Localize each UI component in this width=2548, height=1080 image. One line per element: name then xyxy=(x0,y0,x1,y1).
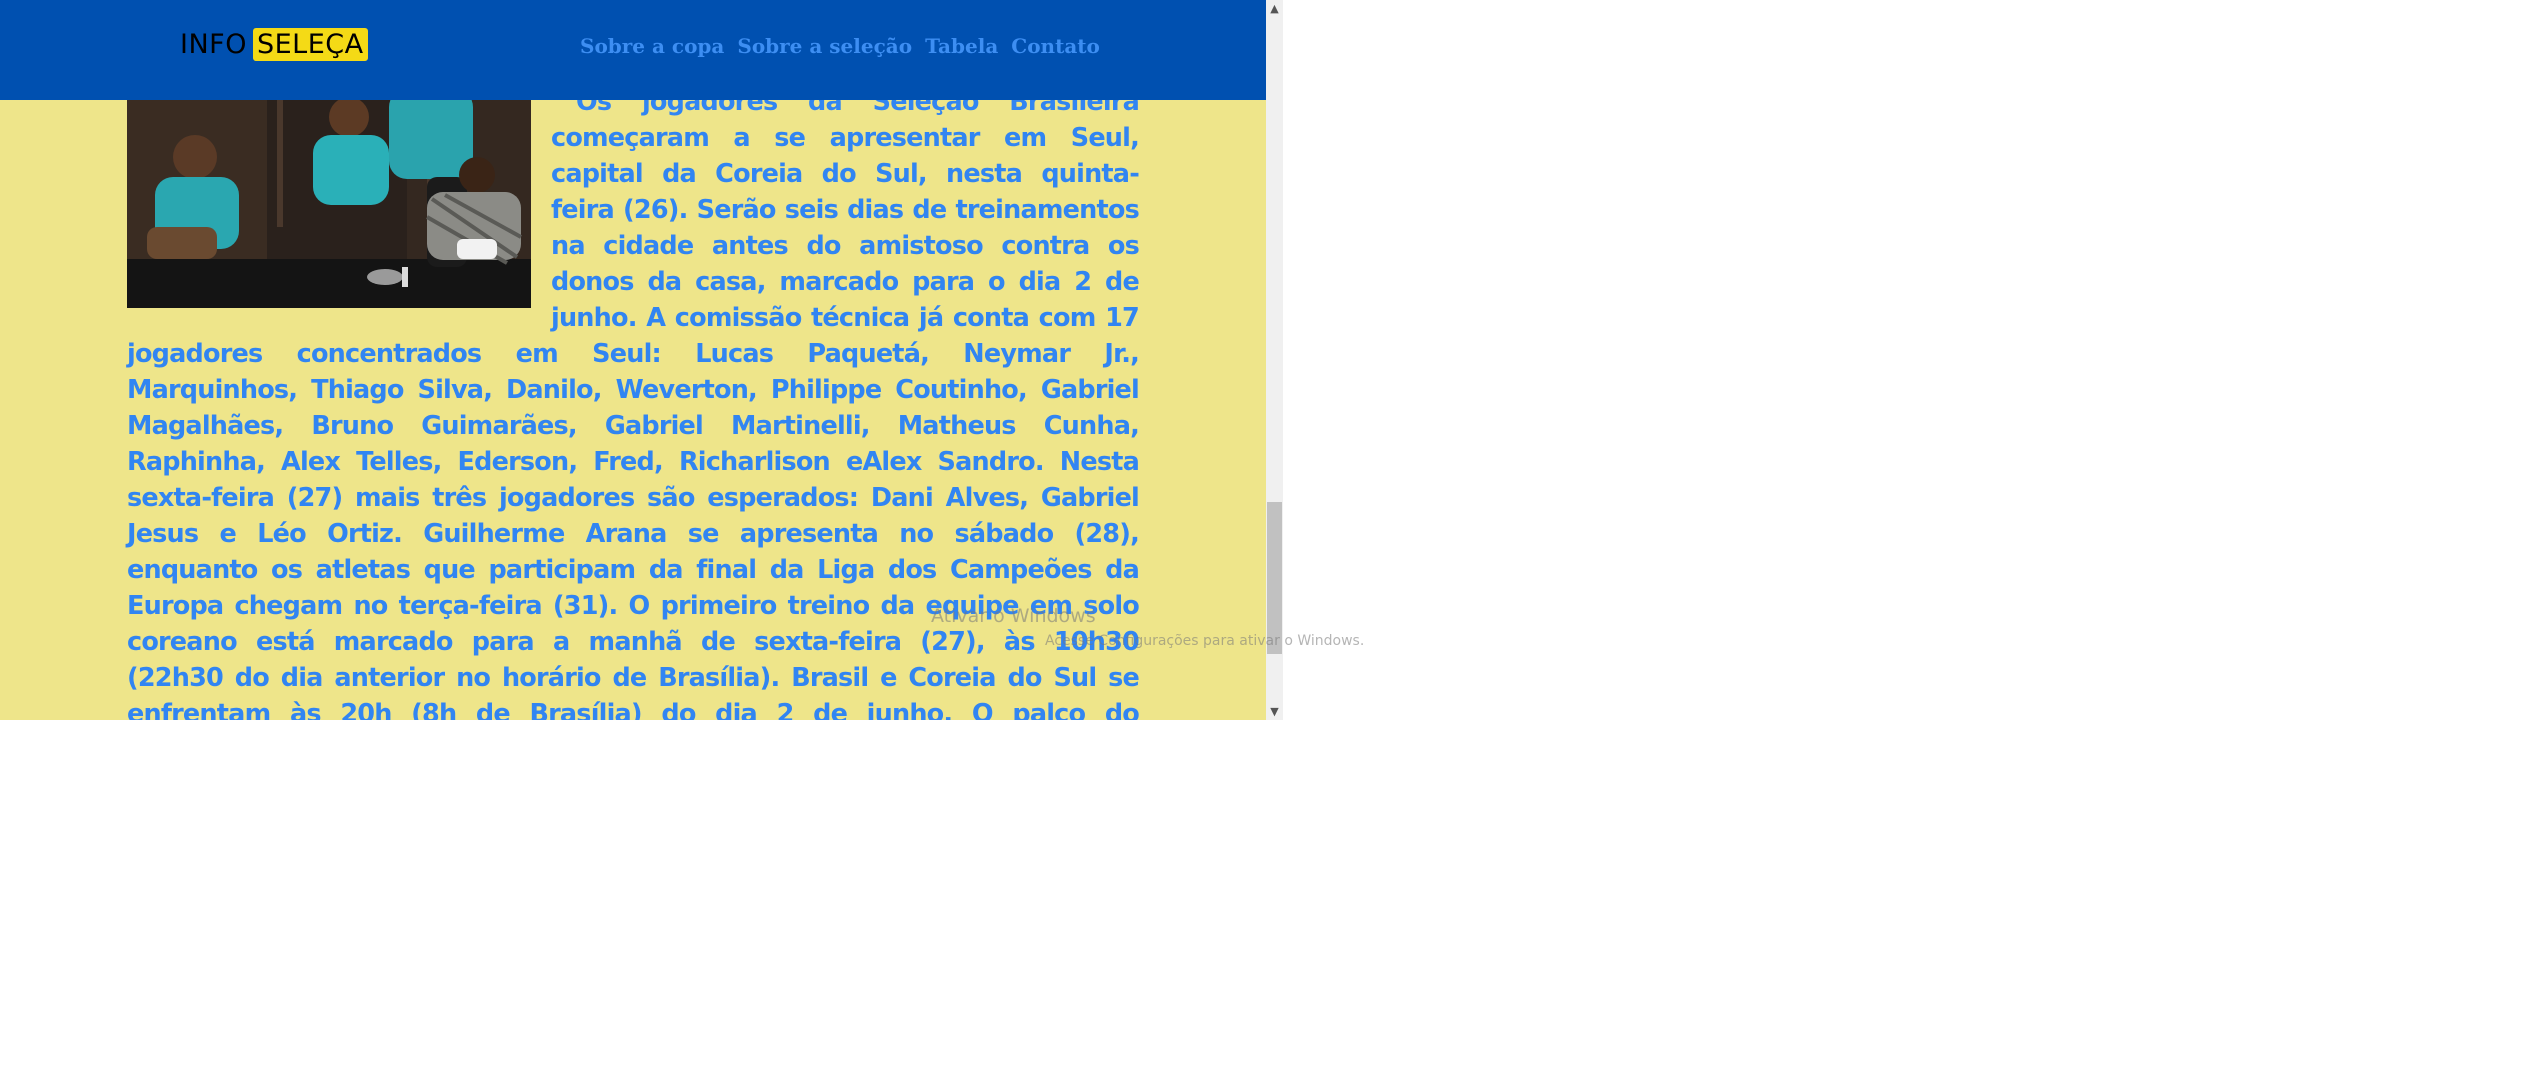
nav-link-tabela[interactable]: Tabela xyxy=(925,34,998,58)
nav-link-sobre-a-copa[interactable]: Sobre a copa xyxy=(580,34,724,58)
vertical-scrollbar[interactable]: ▲ ▼ xyxy=(1266,0,1283,720)
main-nav: Sobre a copa Sobre a seleção Tabela Cont… xyxy=(580,34,1100,58)
logo-text-info: INFO xyxy=(180,29,247,60)
scrollbar-thumb[interactable] xyxy=(1267,502,1282,654)
site-header: INFO SELEÇA Sobre a copa Sobre a seleção… xyxy=(0,0,1266,100)
article-body: Os jogadores da Seleção Brasileira começ… xyxy=(127,27,1140,720)
scroll-up-arrow-icon[interactable]: ▲ xyxy=(1266,0,1283,17)
site-logo[interactable]: INFO SELEÇA xyxy=(180,28,368,61)
nav-link-contato[interactable]: Contato xyxy=(1011,34,1100,58)
nav-link-sobre-a-selecao[interactable]: Sobre a seleção xyxy=(737,34,912,58)
browser-viewport: INFO SELEÇA Sobre a copa Sobre a seleção… xyxy=(0,0,1266,720)
logo-text-selecao: SELEÇA xyxy=(252,28,368,61)
scroll-down-arrow-icon[interactable]: ▼ xyxy=(1266,703,1283,720)
